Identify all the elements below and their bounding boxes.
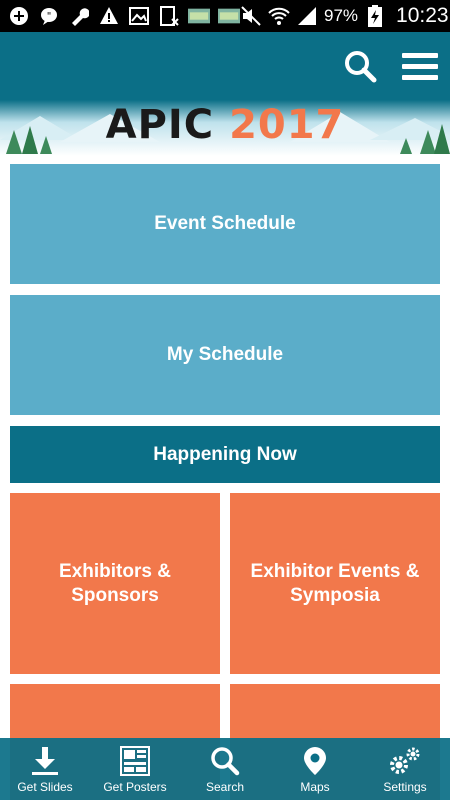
bottom-tab-bar: Get Slides Get Posters Search Maps Setti… [0,738,450,800]
download-icon [32,747,58,775]
tab-settings-label: Settings [383,780,427,794]
warning-icon [98,6,120,26]
tab-search-label: Search [205,780,245,794]
exhibitor-events-tile[interactable]: Exhibitor Events & Symposia [230,493,440,674]
home-tiles: Event Schedule My Schedule Happening Now… [0,156,450,800]
wifi-icon [268,6,290,26]
tab-get-posters[interactable]: Get Posters [90,738,180,800]
tab-maps[interactable]: Maps [270,738,360,800]
search-button[interactable] [340,46,380,86]
my-schedule-tile[interactable]: My Schedule [10,295,440,415]
gears-icon [390,747,420,774]
add-icon [8,6,30,26]
event-schedule-tile[interactable]: Event Schedule [10,164,440,284]
poster-icon [120,746,150,776]
sheet-icon [158,6,180,26]
tab-get-posters-label: Get Posters [103,780,167,794]
ticket-icon [218,6,240,26]
app-bar [0,32,450,100]
happening-now-tile[interactable]: Happening Now [10,426,440,483]
signal-icon [296,6,318,26]
happening-now-label: Happening Now [153,443,297,465]
event-schedule-label: Event Schedule [154,213,296,234]
wrench-icon [68,6,90,26]
search-icon [345,51,377,83]
menu-icon [402,53,438,80]
tab-get-slides-label: Get Slides [17,780,73,794]
event-logo-brand: APIC [105,102,215,148]
search-icon [211,747,240,776]
chat-icon: " [38,6,60,26]
exhibitor-events-label: Exhibitor Events & Symposia [250,560,420,606]
map-pin-icon [304,747,326,775]
event-logo-year: 2017 [229,102,345,148]
exhibitors-sponsors-label: Exhibitors & Sponsors [59,560,171,606]
svg-text:": " [47,11,52,22]
battery-charging-icon [364,5,386,27]
menu-button[interactable] [400,46,440,86]
tab-search[interactable]: Search [180,738,270,800]
tab-settings[interactable]: Settings [360,738,450,800]
image-icon [128,6,150,26]
status-bar: " 97% 10:23 [0,0,450,32]
tab-get-slides[interactable]: Get Slides [0,738,90,800]
tab-maps-label: Maps [300,780,330,794]
event-banner: APIC 2017 [0,100,450,156]
ticket-icon [188,6,210,26]
my-schedule-label: My Schedule [166,344,284,365]
mute-icon [240,6,262,26]
clock-time: 10:23 [396,4,449,27]
event-logo: APIC 2017 [0,102,450,148]
exhibitors-sponsors-tile[interactable]: Exhibitors & Sponsors [10,493,220,674]
battery-percent: 97% [324,6,359,25]
